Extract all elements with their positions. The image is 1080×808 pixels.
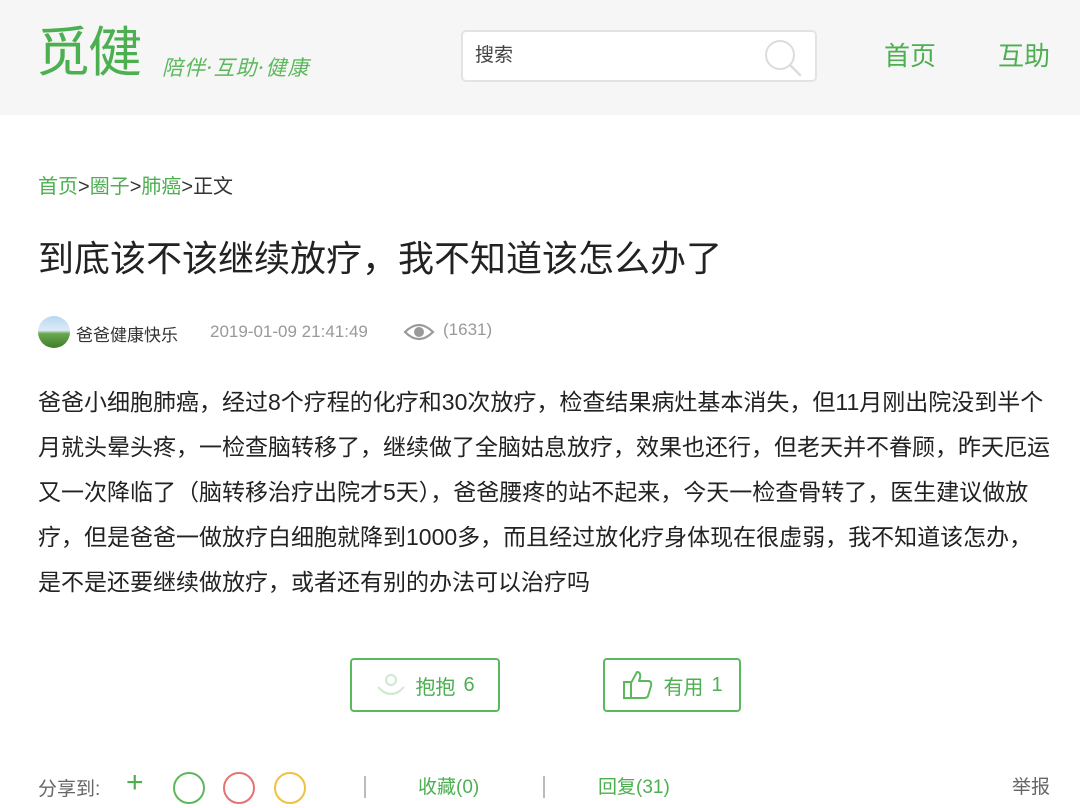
breadcrumb-circles[interactable]: 圈子 xyxy=(90,176,130,198)
thumbs-up-icon xyxy=(623,671,653,699)
breadcrumb-separator: > xyxy=(181,176,194,198)
post-title: 到底该不该继续放疗，我不知道该怎么办了 xyxy=(38,238,723,279)
breadcrumb-separator: > xyxy=(78,176,90,198)
share-divider xyxy=(364,776,366,798)
hug-label: 抱抱 xyxy=(415,676,456,699)
post-timestamp: 2019-01-09 21:41:49 xyxy=(210,322,368,341)
search-box[interactable] xyxy=(461,30,817,82)
view-count: (1631) xyxy=(443,320,493,339)
author-avatar[interactable] xyxy=(38,316,70,348)
nav-mutual-help-link[interactable]: 互助 xyxy=(998,38,1050,74)
search-input[interactable] xyxy=(473,40,757,72)
hug-button[interactable]: 抱抱 6 xyxy=(350,658,500,712)
breadcrumb-current: 正文 xyxy=(193,176,234,198)
useful-label: 有用 xyxy=(663,676,704,699)
collect-link[interactable]: 收藏(0) xyxy=(418,772,479,799)
site-header: 觅健 陪伴·互助·健康 首页 互助 xyxy=(0,0,1080,115)
report-link[interactable]: 举报 xyxy=(1012,772,1050,799)
post-meta: 爸爸健康快乐 2019-01-09 21:41:49 (1631) xyxy=(38,315,638,351)
qzone-icon[interactable] xyxy=(274,772,306,804)
useful-button[interactable]: 有用 1 xyxy=(603,658,741,712)
post-body: 爸爸小细胞肺癌，经过8个疗程的化疗和30次放疗，检查结果病灶基本消失，但11月刚… xyxy=(38,389,1050,595)
reply-link[interactable]: 回复(31) xyxy=(598,772,670,799)
breadcrumb-separator: > xyxy=(129,176,142,198)
site-slogan: 陪伴·互助·健康 xyxy=(162,56,310,80)
share-bar: 分享到: + 收藏(0) 回复(31) 举报 xyxy=(0,768,1080,808)
hug-count: 6 xyxy=(463,673,475,696)
search-icon[interactable] xyxy=(763,37,803,77)
useful-count: 1 xyxy=(711,673,723,696)
breadcrumb-lung-cancer[interactable]: 肺癌 xyxy=(141,176,181,198)
eye-icon xyxy=(403,323,435,341)
nav-home-link[interactable]: 首页 xyxy=(884,38,936,74)
breadcrumb-home[interactable]: 首页 xyxy=(38,176,78,198)
breadcrumb: 首页>圈子>肺癌>正文 xyxy=(38,174,233,200)
hug-icon xyxy=(377,674,406,695)
author-name[interactable]: 爸爸健康快乐 xyxy=(76,321,178,346)
share-more-plus[interactable]: + xyxy=(126,768,144,798)
site-logo[interactable]: 觅健 xyxy=(36,22,142,84)
wechat-icon[interactable] xyxy=(173,772,205,804)
share-divider xyxy=(543,776,545,798)
weibo-icon[interactable] xyxy=(223,772,255,804)
